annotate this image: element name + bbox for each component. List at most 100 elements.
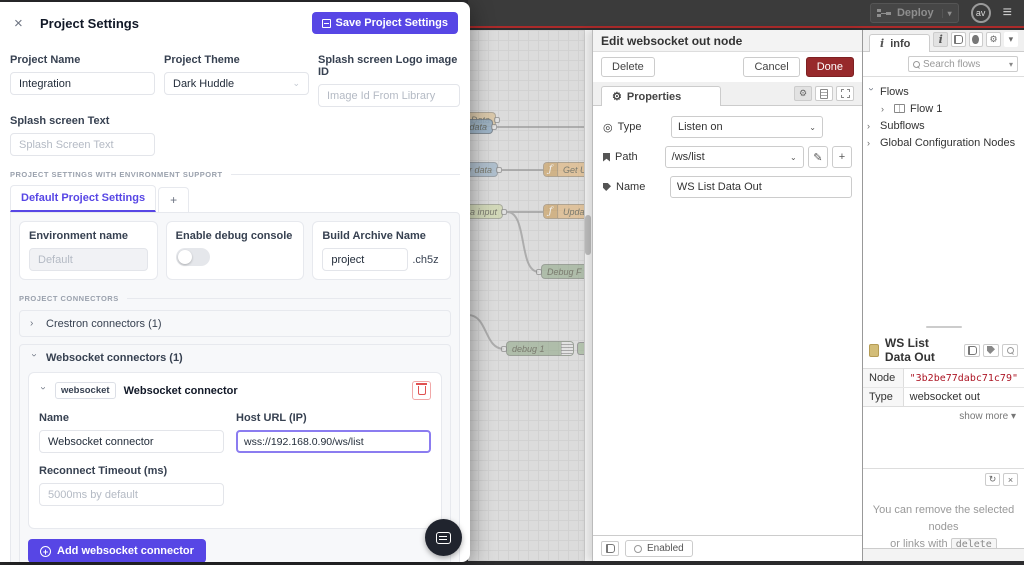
type-label-row: ◎ Type (603, 121, 671, 134)
node-name-input[interactable] (670, 176, 852, 198)
info-icon: i (880, 37, 884, 50)
flow-scrollbar[interactable] (584, 30, 592, 561)
node-port[interactable] (536, 269, 542, 275)
edit-path-button[interactable]: ✎ (808, 146, 828, 168)
project-name-label: Project Name (10, 54, 155, 66)
sidebar-config-tab-icon[interactable]: ⚙ (986, 32, 1001, 47)
splash-text-label: Splash screen Text (10, 115, 155, 127)
sidebar-resize-grip[interactable] (863, 322, 1024, 332)
add-environment-tab[interactable]: + (158, 187, 189, 212)
node-link-icon[interactable] (983, 344, 999, 357)
chevron-right-icon: › (30, 318, 38, 329)
node-port[interactable] (494, 117, 500, 123)
chevron-right-icon[interactable]: › (867, 138, 875, 148)
tree-item-subflows[interactable]: › Subflows (867, 117, 1020, 134)
flow-wires (468, 30, 592, 561)
connector-name-label: Name (39, 412, 224, 424)
flow-workspace[interactable]: r Data t data er data ƒ Get U ata input … (468, 30, 592, 561)
tips-panel: ↻ × You can remove the selected nodes or… (863, 468, 1024, 547)
close-icon[interactable]: × (14, 15, 32, 32)
accordion-crestron[interactable]: › Crestron connectors (1) (19, 310, 451, 337)
connector-name-input[interactable] (39, 430, 224, 453)
tree-item-flow1[interactable]: › Flow 1 (867, 100, 1020, 117)
deploy-icon (877, 8, 891, 18)
splash-logo-input[interactable] (318, 84, 460, 107)
node-appearance-icon[interactable] (836, 86, 854, 101)
tree-item-flows[interactable]: › Flows (867, 83, 1020, 100)
node-docs-icon[interactable] (964, 344, 980, 357)
sidebar-info-tab-icon[interactable]: i (933, 32, 948, 47)
node-description-icon[interactable] (815, 86, 833, 101)
node-port[interactable] (501, 346, 507, 352)
search-flows-input[interactable]: Search flows ▾ (908, 56, 1018, 72)
flow-node-debug[interactable]: debug 1 (506, 341, 574, 356)
chevron-down-icon[interactable]: › (866, 88, 877, 96)
enabled-radio-icon (634, 545, 642, 553)
tab-properties[interactable]: ⚙ Properties (601, 86, 721, 106)
project-name-input[interactable] (10, 72, 155, 95)
type-select[interactable]: Listen on ⌄ (671, 116, 823, 138)
accordion-websocket-header[interactable]: › Websocket connectors (1) (20, 345, 450, 370)
tag-icon (603, 183, 611, 191)
select-caret-icon: ⌄ (782, 153, 797, 162)
chevron-right-icon[interactable]: › (867, 121, 875, 131)
flow-node[interactable]: er data (468, 162, 498, 177)
environment-name-input: Default (29, 248, 148, 271)
flow-scrollbar-thumb[interactable] (585, 215, 591, 255)
sidebar-debug-tab-icon[interactable] (969, 32, 984, 47)
delete-button[interactable]: Delete (601, 57, 655, 77)
tree-item-global-config[interactable]: › Global Configuration Nodes (867, 134, 1020, 151)
add-websocket-connector-button[interactable]: + Add websocket connector (28, 539, 206, 562)
main-menu-icon[interactable]: ≡ (1003, 5, 1012, 21)
websocket-connector-card: › websocket Websocket connector Name Hos… (28, 372, 442, 529)
host-url-input[interactable] (236, 430, 431, 453)
flow-node[interactable]: ata input (468, 204, 503, 219)
deploy-caret-icon[interactable]: ▾ (942, 9, 952, 18)
splash-text-input[interactable] (10, 133, 155, 156)
sidebar-footer (863, 548, 1024, 561)
node-port[interactable] (491, 124, 497, 130)
sidebar-help-tab-icon[interactable] (951, 32, 966, 47)
node-search-icon[interactable] (1002, 344, 1018, 357)
gear-icon: ⚙ (612, 90, 622, 103)
tab-default-project-settings[interactable]: Default Project Settings (10, 185, 156, 212)
path-select[interactable]: /ws/list ⌄ (665, 146, 804, 168)
done-button[interactable]: Done (806, 57, 854, 77)
user-avatar[interactable]: av (971, 3, 991, 23)
add-path-button[interactable]: + (832, 146, 852, 168)
node-info-book-icon[interactable] (601, 541, 619, 556)
node-settings-icon[interactable]: ⚙ (794, 86, 812, 101)
save-project-settings-button[interactable]: Save Project Settings (312, 12, 459, 34)
show-more-link[interactable]: show more ▾ (863, 407, 1024, 426)
delete-connector-button[interactable] (412, 381, 431, 400)
flow-node[interactable]: t data (468, 119, 493, 134)
sidebar-tabs-caret-icon[interactable]: ▾ (1004, 32, 1018, 47)
table-row: Node "3b2be77dabc71c79" (863, 369, 1024, 388)
tab-info[interactable]: i info (869, 34, 930, 52)
edit-node-panel: Edit websocket out node Delete Cancel Do… (592, 30, 862, 561)
reconnect-timeout-input[interactable] (39, 483, 224, 506)
close-tip-icon[interactable]: × (1003, 473, 1018, 486)
cancel-button[interactable]: Cancel (743, 57, 799, 77)
project-theme-select[interactable]: Dark Huddle ⌄ (164, 72, 309, 95)
node-port[interactable] (501, 209, 507, 215)
node-enabled-toggle[interactable]: Enabled (625, 540, 693, 557)
name-label-row: Name (603, 181, 670, 193)
save-icon (322, 19, 331, 28)
bug-icon (972, 35, 979, 44)
environment-name-label: Environment name (29, 230, 148, 242)
search-caret-icon[interactable]: ▾ (1009, 60, 1013, 69)
node-port[interactable] (496, 167, 502, 173)
build-archive-label: Build Archive Name (322, 230, 441, 242)
build-archive-input[interactable] (322, 248, 408, 271)
chevron-down-icon[interactable]: › (38, 387, 49, 395)
project-theme-label: Project Theme (164, 54, 309, 66)
websocket-chip: websocket (55, 382, 116, 399)
debug-console-toggle[interactable] (176, 248, 210, 266)
refresh-tip-icon[interactable]: ↻ (985, 473, 1000, 486)
deploy-button[interactable]: Deploy ▾ (870, 3, 959, 23)
node-detail-table: Node "3b2be77dabc71c79" Type websocket o… (863, 368, 1024, 407)
chat-fab-button[interactable] (425, 519, 462, 556)
node-detail-title: WS List Data Out (885, 336, 955, 364)
chevron-right-icon[interactable]: › (881, 104, 889, 114)
